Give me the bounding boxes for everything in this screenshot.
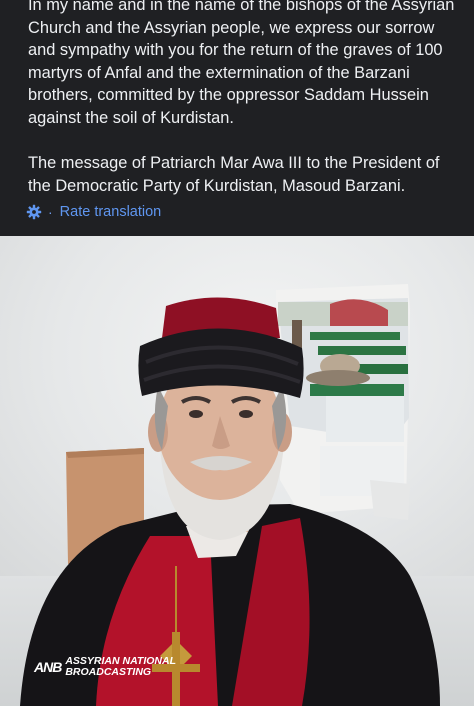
post-text: In my name and in the name of the bishop… [28,0,455,195]
separator-dot: · [48,204,53,220]
rate-translation-label: Rate translation [59,204,162,220]
patriarch-portrait [20,297,440,706]
post-image[interactable]: ANB ASSYRIAN NATIONAL BROADCASTING [0,236,474,706]
rate-translation-link[interactable]: · Rate translation [26,204,161,220]
post-body: In my name and in the name of the bishop… [0,0,474,236]
anb-watermark: ANB ASSYRIAN NATIONAL BROADCASTING [34,656,176,678]
watermark-line-2: BROADCASTING [65,666,152,678]
anb-logo: ANB [34,659,62,675]
gear-icon [26,204,42,220]
